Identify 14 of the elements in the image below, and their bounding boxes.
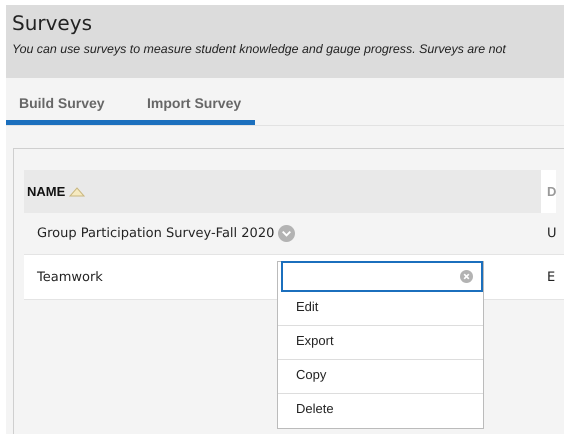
page-description: You can use surveys to measure student knowledge and gauge progress. Surveys are not [12, 41, 506, 57]
clear-icon[interactable] [460, 270, 473, 283]
menu-item[interactable]: Edit [278, 292, 483, 326]
table-cell: Teamwork [37, 270, 103, 284]
menu-item[interactable]: Delete [278, 394, 483, 428]
menu-item[interactable]: Export [278, 326, 483, 360]
table-cell: E [547, 270, 556, 284]
chevron-down-icon[interactable] [278, 225, 296, 242]
table-cell: Group Participation Survey-Fall 2020 [37, 226, 274, 241]
table-cell: U [547, 226, 557, 241]
column-header[interactable]: NAME [24, 170, 541, 213]
search-field[interactable] [281, 261, 483, 292]
menu-item[interactable]: Copy [278, 360, 483, 394]
page-title: Surveys [12, 10, 93, 35]
